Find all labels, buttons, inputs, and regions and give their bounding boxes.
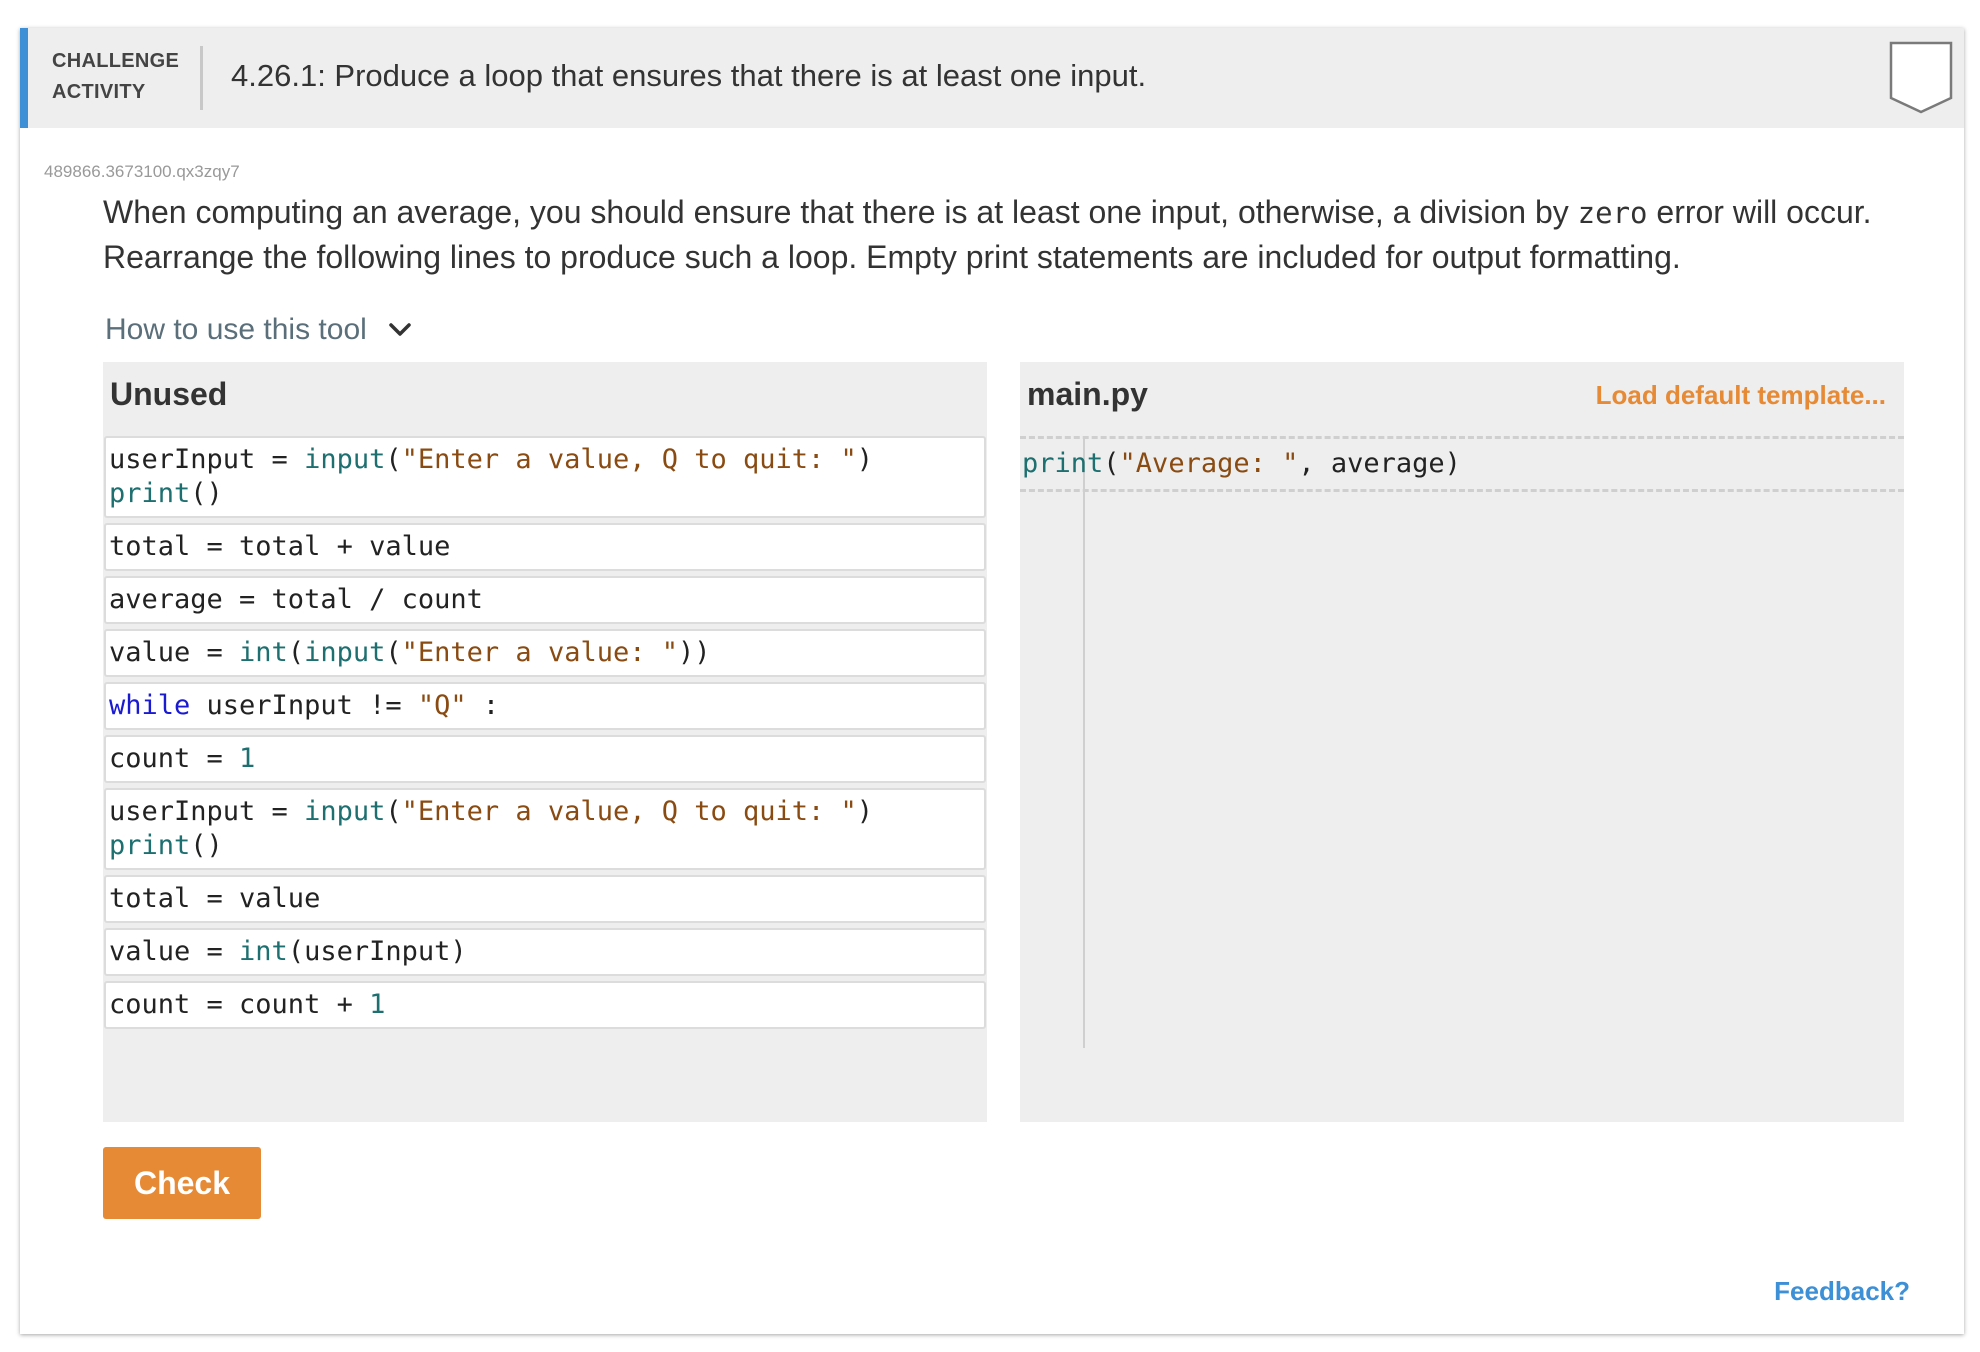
code-line: count = 1 [109,742,981,776]
indent-guide [1083,436,1085,1048]
code-token: (userInput) [287,936,467,967]
code-block-unused[interactable]: count = count + 1 [104,981,986,1029]
code-token: ( [385,637,402,668]
code-block-main[interactable]: print("Average: ", average) [1020,436,1904,492]
unused-panel-title: Unused [110,376,228,412]
code-token: ) [856,796,874,827]
code-token: "Enter a value, Q to quit: " [401,796,857,827]
code-token: int [239,936,288,967]
completion-badge-icon [1889,41,1953,114]
feedback-link[interactable]: Feedback? [1774,1276,1910,1307]
main-py-title: main.py [1027,376,1148,412]
code-token: ( [1103,448,1120,479]
code-token: value = [109,936,240,967]
activity-type-line2: ACTIVITY [52,81,146,103]
unused-blocks-list: userInput = input("Enter a value, Q to q… [103,436,987,1034]
activity-title: 4.26.1: Produce a loop that ensures that… [231,58,1147,93]
code-token: print [1022,448,1104,479]
code-block-unused[interactable]: count = 1 [104,735,986,783]
code-token: userInput != [190,690,418,721]
code-token: userInput = [109,796,305,827]
description-text-start: When computing an average, you should en… [103,194,1578,230]
main-code-area[interactable]: print("Average: ", average) [1020,436,1904,1122]
code-token: total = value [109,883,321,914]
code-token: "Enter a value, Q to quit: " [401,444,857,475]
challenge-activity-card: CHALLENGE ACTIVITY 4.26.1: Produce a loo… [20,28,1964,1334]
code-block-unused[interactable]: userInput = input("Enter a value, Q to q… [104,788,986,870]
code-block-unused[interactable]: average = total / count [104,576,986,624]
code-token: value = [109,637,240,668]
chevron-down-icon [389,323,411,336]
code-token: count = count + [109,989,370,1020]
code-token: ( [385,444,402,475]
unused-panel[interactable]: Unused userInput = input("Enter a value,… [103,362,987,1122]
code-token: , average) [1298,448,1461,479]
description-code-word: zero [1577,196,1648,230]
load-default-template-link[interactable]: Load default template... [1596,380,1886,411]
code-token: : [466,690,500,721]
code-token: input [304,796,386,827]
main-py-panel[interactable]: main.py Load default template... print("… [1020,362,1904,1122]
code-line: value = int(userInput) [109,935,981,969]
code-line: userInput = input("Enter a value, Q to q… [109,795,981,829]
code-line: print() [109,477,981,511]
activity-type-label: CHALLENGE ACTIVITY [52,46,192,108]
code-token: ( [287,637,305,668]
code-token: print [109,478,191,509]
code-token: int [239,637,288,668]
code-token: total = total + value [109,531,451,562]
code-token: () [190,830,223,861]
how-to-use-toggle[interactable]: How to use this tool [105,308,413,352]
activity-id: 489866.3673100.qx3zqy7 [44,162,240,181]
code-token: while [109,690,191,721]
code-token: )) [677,637,711,668]
code-token: ) [856,444,874,475]
code-token: userInput = [109,444,305,475]
code-token: print [109,830,191,861]
code-token: average = total / count [109,584,483,615]
code-token: count = [109,743,240,774]
code-block-unused[interactable]: total = total + value [104,523,986,571]
check-button[interactable]: Check [103,1147,261,1219]
code-line: total = total + value [109,530,981,564]
activity-description: When computing an average, you should en… [103,190,1923,279]
code-line: count = count + 1 [109,988,981,1022]
code-token: () [190,478,223,509]
code-line: print() [109,829,981,863]
code-block-unused[interactable]: while userInput != "Q" : [104,682,986,730]
code-block-unused[interactable]: total = value [104,875,986,923]
code-token: 1 [369,989,386,1020]
code-token: "Q" [417,690,467,721]
code-block-unused[interactable]: value = int(input("Enter a value: ")) [104,629,986,677]
code-token: 1 [239,743,256,774]
code-line: while userInput != "Q" : [109,689,981,723]
code-line: value = int(input("Enter a value: ")) [109,636,981,670]
code-token: input [304,444,386,475]
activity-type-line1: CHALLENGE [52,50,180,72]
code-line: average = total / count [109,583,981,617]
code-block-unused[interactable]: value = int(userInput) [104,928,986,976]
activity-header: CHALLENGE ACTIVITY 4.26.1: Produce a loo… [20,28,1964,128]
code-token: ( [385,796,402,827]
code-token: input [304,637,386,668]
code-token: "Enter a value: " [401,637,678,668]
header-divider [200,46,203,110]
code-line: userInput = input("Enter a value, Q to q… [109,443,981,477]
code-block-unused[interactable]: userInput = input("Enter a value, Q to q… [104,436,986,518]
code-token: "Average: " [1119,448,1299,479]
code-line: total = value [109,882,981,916]
how-to-use-label: How to use this tool [105,313,367,346]
